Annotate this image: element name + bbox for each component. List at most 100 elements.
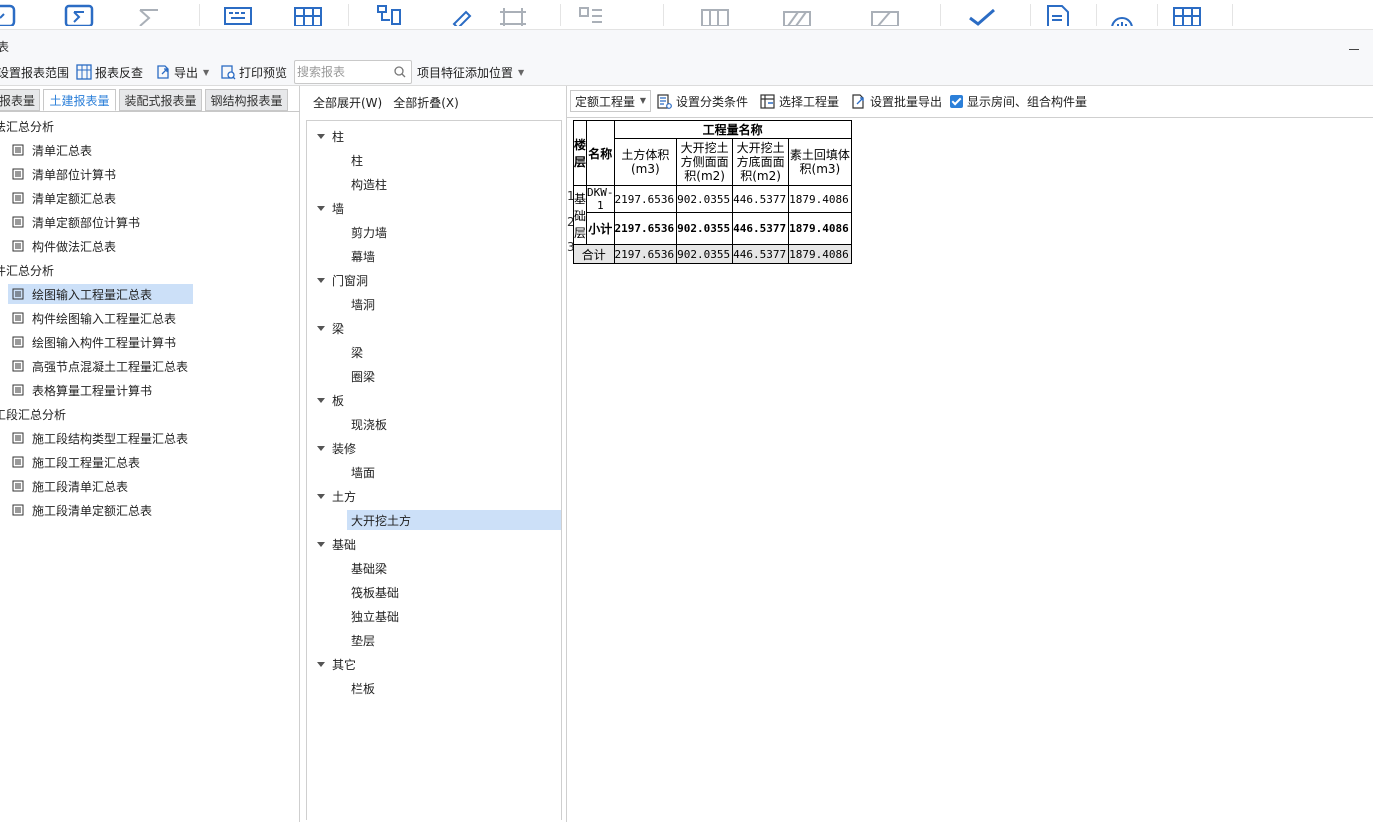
tree-leaf-shear-wall[interactable]: 剪力墙 xyxy=(347,222,387,242)
cell-value[interactable]: 902.0355 xyxy=(676,212,734,245)
tree-leaf-parapet[interactable]: 栏板 xyxy=(347,678,375,698)
keyboard-icon[interactable] xyxy=(222,2,256,26)
cell-value[interactable]: 1879.4086 xyxy=(788,244,852,264)
tree-group-slab[interactable]: 板 xyxy=(317,390,344,410)
tree-group-decoration[interactable]: 装修 xyxy=(317,438,356,458)
split-icon[interactable] xyxy=(574,2,608,26)
cell-value[interactable]: 2197.6536 xyxy=(613,212,678,245)
report-icon[interactable] xyxy=(0,2,26,26)
cell-value[interactable]: 1879.4086 xyxy=(788,212,852,245)
cell-name[interactable]: DKW-1 xyxy=(586,185,615,213)
cell-value[interactable]: 2197.6536 xyxy=(613,244,678,264)
cell-value[interactable]: 902.0355 xyxy=(676,185,734,213)
tree-item-segment-bill-summary[interactable]: 施工段清单汇总表 xyxy=(8,476,136,496)
tree-item-bill-quota-summary[interactable]: 清单定额汇总表 xyxy=(8,188,124,208)
set-category-button[interactable]: 设置分类条件 xyxy=(657,93,748,109)
grid-gray-icon[interactable] xyxy=(698,2,732,26)
expand-arrow-icon[interactable] xyxy=(317,133,325,139)
cell-total-label[interactable]: 合计 xyxy=(573,244,615,264)
tree-item-component-drawing-summary[interactable]: 构件绘图输入工程量汇总表 xyxy=(8,308,184,328)
show-room-toggle[interactable]: 显示房间、组合构件量 xyxy=(950,93,1087,109)
cell-subtotal-label[interactable]: 小计 xyxy=(586,212,615,245)
feature-position-dropdown[interactable]: 项目特征添加位置 ▼ xyxy=(417,63,524,81)
expand-all-button[interactable]: 全部展开(W) xyxy=(313,94,382,111)
tree-leaf-wall-opening[interactable]: 墙洞 xyxy=(347,294,375,314)
tree-leaf-curtain-wall[interactable]: 幕墙 xyxy=(347,246,375,266)
tree-leaf-beam[interactable]: 梁 xyxy=(347,342,363,362)
tab-prefab-report[interactable]: 装配式报表量 xyxy=(119,89,202,111)
export-dropdown-icon[interactable]: ▼ xyxy=(203,68,209,77)
collapse-all-button[interactable]: 全部折叠(X) xyxy=(393,94,459,111)
tree-leaf-constructional-column[interactable]: 构造柱 xyxy=(347,174,387,194)
tree-item-drawing-component-calc[interactable]: 绘图输入构件工程量计算书 xyxy=(8,332,184,352)
pencil-icon[interactable] xyxy=(446,2,480,26)
tree-leaf-cast-slab[interactable]: 现浇板 xyxy=(347,414,387,434)
tree-group-other[interactable]: 其它 xyxy=(317,654,356,674)
tree-group-earthwork[interactable]: 土方 xyxy=(317,486,356,506)
cell-value[interactable]: 902.0355 xyxy=(676,244,734,264)
tree-leaf-raft-foundation[interactable]: 筏板基础 xyxy=(347,582,399,602)
tree-group-wall[interactable]: 墙 xyxy=(317,198,344,218)
quantity-type-select[interactable]: 定额工程量 ▼ xyxy=(570,90,651,112)
select-quantity-button[interactable]: 选择工程量 xyxy=(760,93,839,109)
cell-value[interactable]: 2197.6536 xyxy=(613,185,678,213)
document-icon[interactable] xyxy=(1042,2,1076,26)
check-icon[interactable] xyxy=(966,2,1000,26)
cell-value[interactable]: 446.5377 xyxy=(732,244,790,264)
tree-item-drawing-input-summary[interactable]: 绘图输入工程量汇总表 xyxy=(8,284,193,304)
expand-arrow-icon[interactable] xyxy=(317,205,325,211)
tab-civil-report[interactable]: 土建报表量 xyxy=(43,89,116,111)
tree-group-beam[interactable]: 梁 xyxy=(317,318,344,338)
expand-arrow-icon[interactable] xyxy=(317,661,325,667)
expand-arrow-icon[interactable] xyxy=(317,445,325,451)
search-icon[interactable] xyxy=(393,65,407,79)
tree-leaf-excavation[interactable]: 大开挖土方 xyxy=(347,510,561,530)
expand-arrow-icon[interactable] xyxy=(317,493,325,499)
expand-arrow-icon[interactable] xyxy=(317,325,325,331)
hatch-icon[interactable] xyxy=(780,2,814,26)
export-button[interactable]: 导出 ▼ xyxy=(155,63,209,81)
tab-steel-report[interactable]: 钢结构报表量 xyxy=(205,89,288,111)
expand-arrow-icon[interactable] xyxy=(317,541,325,547)
tree-category-method-summary[interactable]: 法汇总分析 xyxy=(0,116,54,136)
tree-group-foundation[interactable]: 基础 xyxy=(317,534,356,554)
expand-arrow-icon[interactable] xyxy=(317,397,325,403)
tree-category-component-summary[interactable]: 件汇总分析 xyxy=(0,260,54,280)
print-preview-button[interactable]: 打印预览 xyxy=(220,63,287,81)
tree-item-high-strength-concrete-summary[interactable]: 高强节点混凝土工程量汇总表 xyxy=(8,356,196,376)
tree-group-openings[interactable]: 门窗洞 xyxy=(317,270,368,290)
tree-item-table-calc[interactable]: 表格算量工程量计算书 xyxy=(8,380,160,400)
tree-edit-icon[interactable] xyxy=(372,2,406,26)
tree-leaf-foundation-beam[interactable]: 基础梁 xyxy=(347,558,387,578)
tree-leaf-isolated-foundation[interactable]: 独立基础 xyxy=(347,606,399,626)
tree-group-column[interactable]: 柱 xyxy=(317,126,344,146)
grid-icon[interactable] xyxy=(1170,2,1204,26)
minimize-button[interactable] xyxy=(1349,40,1359,50)
tree-category-segment-summary[interactable]: 工段汇总分析 xyxy=(0,404,66,424)
expand-arrow-icon[interactable] xyxy=(317,277,325,283)
cell-floor[interactable]: 基础层 xyxy=(572,185,588,245)
set-range-button[interactable]: 设置报表范围 xyxy=(0,63,69,81)
tab-report-quantity[interactable]: 报表量 xyxy=(0,89,40,111)
tree-item-segment-structure-summary[interactable]: 施工段结构类型工程量汇总表 xyxy=(8,428,196,448)
tree-item-bill-summary[interactable]: 清单汇总表 xyxy=(8,140,100,160)
cell-value[interactable]: 446.5377 xyxy=(732,185,790,213)
reverse-check-button[interactable]: 报表反查 xyxy=(76,63,143,81)
tree-item-component-method-summary[interactable]: 构件做法汇总表 xyxy=(8,236,124,256)
tree-item-bill-location-calc[interactable]: 清单部位计算书 xyxy=(8,164,124,184)
tree-item-bill-quota-location-calc[interactable]: 清单定额部位计算书 xyxy=(8,212,148,232)
table-icon[interactable] xyxy=(292,2,326,26)
search-input[interactable] xyxy=(297,62,391,82)
sum-icon[interactable] xyxy=(134,2,168,26)
checkbox-checked-icon[interactable] xyxy=(950,94,963,108)
tree-leaf-wall-surface[interactable]: 墙面 xyxy=(347,462,375,482)
sum-box-icon[interactable] xyxy=(62,2,96,26)
tree-item-segment-quantity-summary[interactable]: 施工段工程量汇总表 xyxy=(8,452,148,472)
tree-leaf-column[interactable]: 柱 xyxy=(347,150,363,170)
cell-value[interactable]: 1879.4086 xyxy=(788,185,852,213)
tree-leaf-cushion[interactable]: 垫层 xyxy=(347,630,375,650)
hatch2-icon[interactable] xyxy=(868,2,902,26)
tree-item-segment-bill-quota-summary[interactable]: 施工段清单定额汇总表 xyxy=(8,500,160,520)
tree-leaf-ring-beam[interactable]: 圈梁 xyxy=(347,366,375,386)
cloud-icon[interactable] xyxy=(1106,2,1140,26)
